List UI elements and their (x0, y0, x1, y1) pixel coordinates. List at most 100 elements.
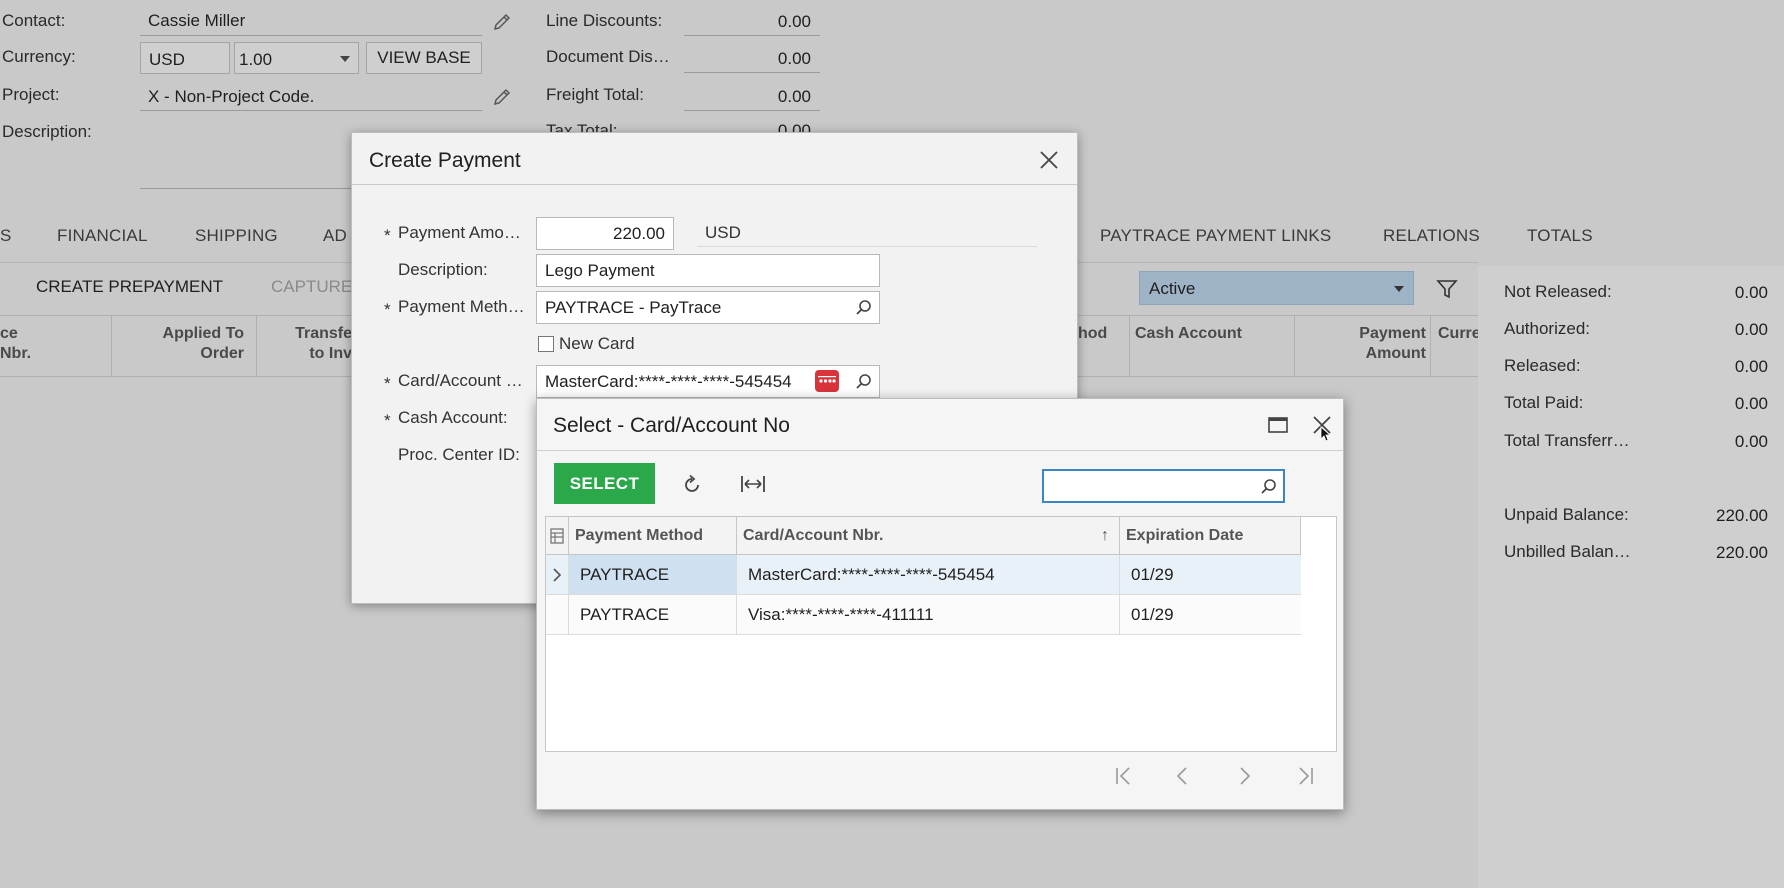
search-input[interactable] (1042, 469, 1285, 503)
col-payment-method[interactable]: Payment Method (568, 517, 736, 555)
unpaid-balance-label: Unpaid Balance: (1504, 505, 1629, 524)
last-page-icon[interactable] (1294, 765, 1316, 787)
payment-method-input[interactable]: PAYTRACE - PayTrace (536, 291, 880, 324)
fit-columns-icon[interactable] (740, 473, 766, 495)
select-button[interactable]: SELECT (554, 463, 655, 504)
row-settings-cell (546, 517, 568, 555)
required-mark: * (384, 374, 391, 393)
table-row[interactable]: PAYTRACE MasterCard:****-****-****-54545… (546, 555, 1301, 595)
unbilled-balance-value: 220.00 (1716, 543, 1768, 562)
col-transfer-line2: to Inv (309, 345, 352, 362)
table-settings-icon[interactable] (550, 528, 564, 544)
edit-project-pencil-icon[interactable] (492, 87, 512, 107)
filter-icon[interactable] (1436, 279, 1458, 299)
col-card-account-nbr[interactable]: Card/Account Nbr. ↑ (736, 517, 1119, 555)
col-applied-to-order[interactable]: Applied To Order (112, 324, 244, 364)
row-expiration: 01/29 (1131, 565, 1174, 584)
col-payment-line1: Payment (1359, 325, 1426, 342)
payment-method-label: Payment Meth… (398, 297, 525, 316)
dialog-title: Select - Card/Account No (553, 414, 790, 437)
not-released-value: 0.00 (1734, 283, 1768, 302)
unbilled-balance-label: Unbilled Balan… (1504, 542, 1631, 561)
project-value[interactable]: X - Non-Project Code. (148, 87, 314, 107)
search-icon[interactable] (855, 299, 873, 317)
payment-amount-input[interactable]: 220.00 (536, 217, 674, 250)
unpaid-balance-value: 220.00 (1716, 506, 1768, 525)
col-payment-line2: Amount (1365, 345, 1426, 362)
view-base-button[interactable]: VIEW BASE (366, 42, 482, 74)
tab-paytrace-payment-links[interactable]: PAYTRACE PAYMENT LINKS (1100, 226, 1331, 246)
contact-value[interactable]: Cassie Miller (148, 11, 245, 31)
freight-total-label: Freight Total: (546, 85, 644, 104)
col-transfer-line1: Transfe (295, 325, 352, 342)
new-card-checkbox[interactable] (538, 336, 554, 352)
tab-address[interactable]: AD (323, 226, 347, 246)
payment-method-value: PAYTRACE - PayTrace (545, 298, 722, 317)
status-dropdown[interactable]: Active (1139, 271, 1414, 305)
row-expiration: 01/29 (1131, 605, 1174, 624)
row-payment-method: PAYTRACE (580, 605, 670, 624)
tab-financial[interactable]: FINANCIAL (57, 226, 148, 246)
currency-field[interactable]: USD (140, 42, 230, 74)
document-discounts-label: Document Dis… (546, 47, 670, 66)
rate-dropdown[interactable]: 1.00 (234, 42, 359, 74)
released-label: Released: (1504, 356, 1581, 375)
next-page-icon[interactable] (1233, 765, 1255, 787)
freight-total-value: 0.00 (777, 87, 811, 106)
total-paid-value: 0.00 (1734, 394, 1768, 413)
tab-s[interactable]: S (0, 226, 12, 246)
col-expiration-date[interactable]: Expiration Date (1119, 517, 1301, 555)
line-discounts-label: Line Discounts: (546, 11, 663, 30)
project-label: Project: (2, 85, 60, 104)
chevron-down-icon (1394, 286, 1404, 292)
required-mark: * (384, 226, 391, 245)
rate-value: 1.00 (239, 50, 273, 69)
search-icon[interactable] (855, 373, 873, 391)
row-card-account: MasterCard:****-****-****-545454 (748, 565, 995, 584)
card-badge-icon (815, 370, 839, 392)
dialog-title: Create Payment (369, 149, 521, 172)
cash-account-label: Cash Account: (398, 408, 508, 427)
col-method[interactable]: hod (1078, 324, 1107, 344)
close-icon[interactable] (1038, 149, 1060, 171)
currency-value: USD (149, 50, 185, 69)
col-applied-line1: Applied To (162, 325, 244, 342)
document-discounts-value: 0.00 (777, 49, 811, 68)
status-value: Active (1149, 279, 1196, 298)
payment-amount-label: Payment Amo… (398, 223, 521, 242)
released-value: 0.00 (1734, 357, 1768, 376)
description-input[interactable]: Lego Payment (536, 254, 880, 287)
required-mark: * (384, 300, 391, 319)
col-currency[interactable]: Curre (1438, 324, 1478, 344)
tab-totals[interactable]: TOTALS (1527, 226, 1593, 246)
total-paid-label: Total Paid: (1504, 393, 1584, 412)
description-label: Description: (2, 122, 92, 141)
required-mark: * (384, 411, 391, 430)
col-transfer-to-invoice[interactable]: Transfe to Inv (260, 324, 352, 364)
capture-button[interactable]: CAPTURE (271, 277, 352, 297)
refresh-icon[interactable] (681, 474, 703, 496)
col-payment-amount[interactable]: Payment Amount (1300, 324, 1426, 364)
search-icon[interactable] (1260, 478, 1278, 496)
view-base-label: VIEW BASE (377, 48, 471, 67)
col-applied-line2: Order (200, 345, 244, 362)
totals-panel: Not Released: 0.00 Authorized: 0.00 Rele… (1478, 266, 1784, 888)
create-prepayment-button[interactable]: CREATE PREPAYMENT (36, 277, 223, 297)
col-cash-account[interactable]: Cash Account (1135, 324, 1285, 344)
chevron-down-icon (340, 56, 350, 62)
currency-label: Currency: (2, 47, 76, 66)
edit-contact-pencil-icon[interactable] (492, 12, 512, 32)
proc-center-label: Proc. Center ID: (398, 445, 520, 464)
tab-shipping[interactable]: SHIPPING (195, 226, 278, 246)
col-nbr[interactable]: ce Nbr. (0, 324, 52, 364)
card-table: Payment Method Card/Account Nbr. ↑ Expir… (545, 516, 1337, 752)
maximize-icon[interactable] (1267, 415, 1289, 435)
authorized-label: Authorized: (1504, 319, 1590, 338)
description-label: Description: (398, 260, 488, 279)
first-page-icon[interactable] (1113, 765, 1135, 787)
tab-relations[interactable]: RELATIONS (1383, 226, 1480, 246)
previous-page-icon[interactable] (1172, 765, 1194, 787)
col-card-label: Card/Account Nbr. (743, 527, 884, 544)
table-row[interactable]: PAYTRACE Visa:****-****-****-411111 01/2… (546, 595, 1301, 635)
contact-label: Contact: (2, 11, 66, 30)
